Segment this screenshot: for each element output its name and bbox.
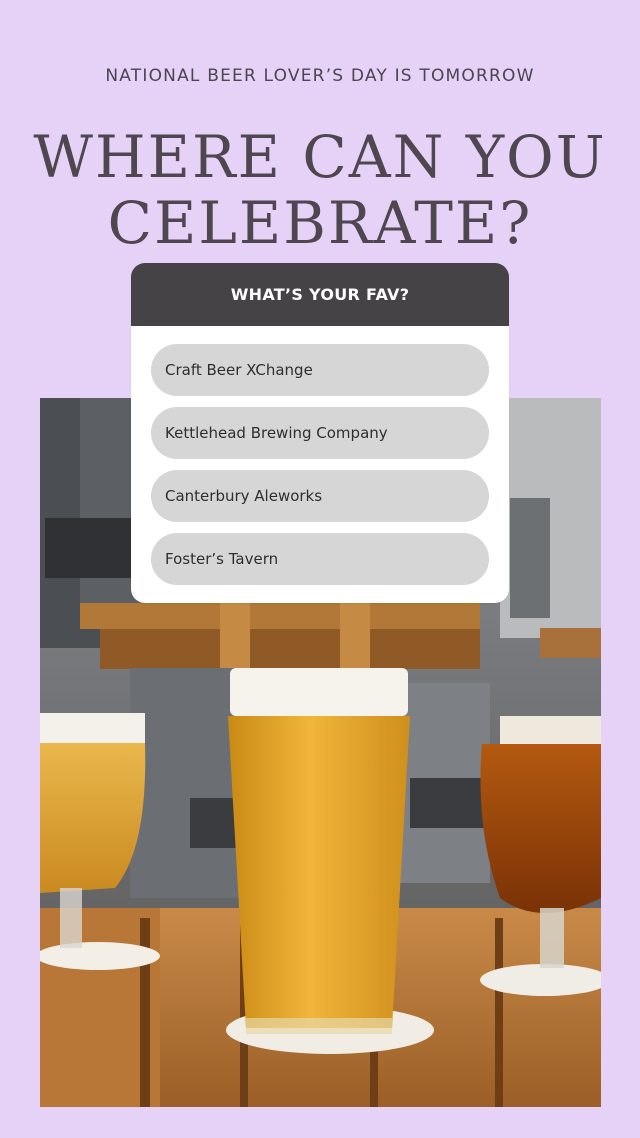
- poll-option-4[interactable]: Foster’s Tavern: [151, 533, 489, 585]
- poll-option-3[interactable]: Canterbury Aleworks: [151, 470, 489, 522]
- headline-line-2: CELEBRATE?: [107, 189, 533, 257]
- headline-line-1: WHERE CAN YOU: [33, 123, 607, 191]
- poll-option-2[interactable]: Kettlehead Brewing Company: [151, 407, 489, 459]
- poll-options: Craft Beer XChange Kettlehead Brewing Co…: [131, 326, 509, 585]
- poll-card: WHAT’S YOUR FAV? Craft Beer XChange Kett…: [131, 263, 509, 603]
- page-headline: WHERE CAN YOU CELEBRATE?: [0, 124, 640, 256]
- poll-question: WHAT’S YOUR FAV?: [131, 263, 509, 326]
- poll-option-1[interactable]: Craft Beer XChange: [151, 344, 489, 396]
- eyebrow-text: NATIONAL BEER LOVER’S DAY IS TOMORROW: [105, 66, 535, 86]
